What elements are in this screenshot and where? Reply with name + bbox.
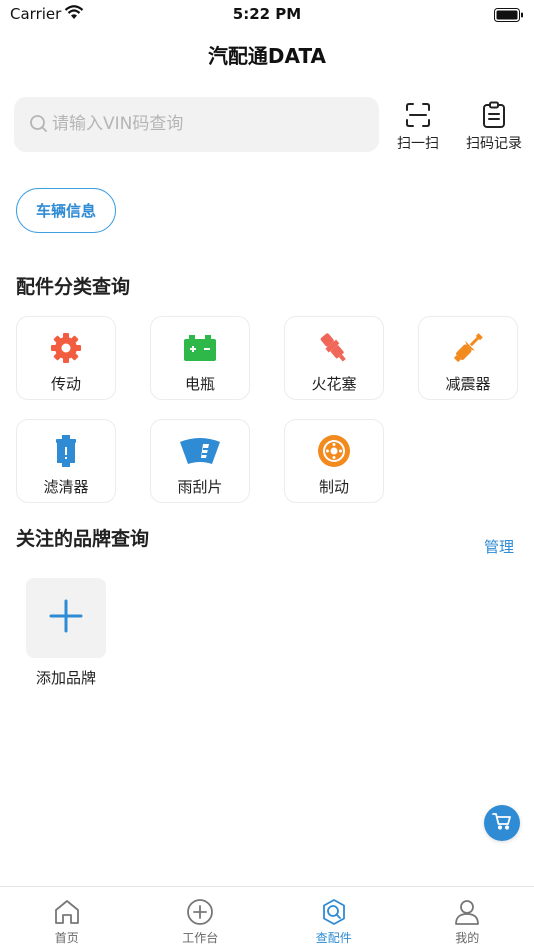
tab-label: 首页 (54, 931, 79, 945)
gear-icon (17, 331, 115, 365)
category-wiper[interactable]: 雨刮片 (150, 419, 250, 503)
tab-label: 我的 (455, 931, 480, 945)
search-icon (29, 114, 49, 138)
search-box[interactable] (14, 97, 379, 152)
scan-icon (386, 100, 450, 130)
followed-brands-title: 关注的品牌查询 (16, 528, 150, 550)
vin-search-input[interactable] (52, 111, 352, 137)
category-label: 滤清器 (43, 478, 89, 496)
category-brake[interactable]: 制动 (284, 419, 384, 503)
scan-history-label: 扫码记录 (466, 136, 522, 152)
clipboard-icon (462, 100, 526, 130)
category-label: 火花塞 (311, 375, 357, 393)
add-brand-label: 添加品牌 (35, 669, 96, 687)
search-parts-icon (267, 897, 401, 927)
scan-history-button[interactable]: 扫码记录 (462, 100, 526, 152)
profile-icon (401, 897, 534, 927)
tab-workbench[interactable]: 工作台 (134, 887, 268, 950)
add-brand-button[interactable] (26, 578, 106, 658)
status-bar: Carrier 5:22 PM (0, 0, 534, 28)
manage-brands-link[interactable]: 管理 (484, 536, 514, 557)
battery-status-icon (494, 7, 524, 26)
tab-label: 工作台 (182, 931, 219, 945)
category-transmission[interactable]: 传动 (16, 316, 116, 400)
battery-icon (151, 331, 249, 365)
tab-label: 查配件 (315, 931, 352, 945)
category-filter[interactable]: 滤清器 (16, 419, 116, 503)
vehicle-info-button[interactable]: 车辆信息 (16, 188, 116, 233)
plus-icon (49, 599, 83, 637)
wiper-icon (151, 434, 249, 468)
tab-home[interactable]: 首页 (0, 887, 134, 950)
workbench-icon (134, 897, 268, 927)
cart-button[interactable] (484, 805, 520, 841)
tab-profile[interactable]: 我的 (401, 887, 534, 950)
page-title: 汽配通DATA (207, 44, 327, 68)
parts-category-title: 配件分类查询 (16, 276, 131, 298)
category-label: 电瓶 (184, 375, 215, 393)
category-label: 制动 (318, 478, 349, 496)
vehicle-info-label: 车辆信息 (35, 202, 96, 220)
shock-absorber-icon (419, 331, 517, 365)
category-battery[interactable]: 电瓶 (150, 316, 250, 400)
category-spark-plug[interactable]: 火花塞 (284, 316, 384, 400)
scan-button[interactable]: 扫一扫 (386, 100, 450, 152)
category-shock-absorber[interactable]: 减震器 (418, 316, 518, 400)
category-label: 减震器 (445, 375, 491, 393)
home-icon (0, 897, 134, 927)
tab-bar: 首页 工作台 查配件 我的 (0, 886, 534, 950)
spark-plug-icon (285, 331, 383, 365)
cart-icon (492, 812, 512, 834)
scan-label: 扫一扫 (397, 136, 439, 152)
filter-icon (17, 434, 115, 468)
brake-disc-icon (285, 434, 383, 468)
category-label: 雨刮片 (177, 478, 223, 496)
clock: 5:22 PM (232, 5, 302, 23)
tab-search-parts[interactable]: 查配件 (267, 887, 401, 950)
category-label: 传动 (50, 375, 81, 393)
